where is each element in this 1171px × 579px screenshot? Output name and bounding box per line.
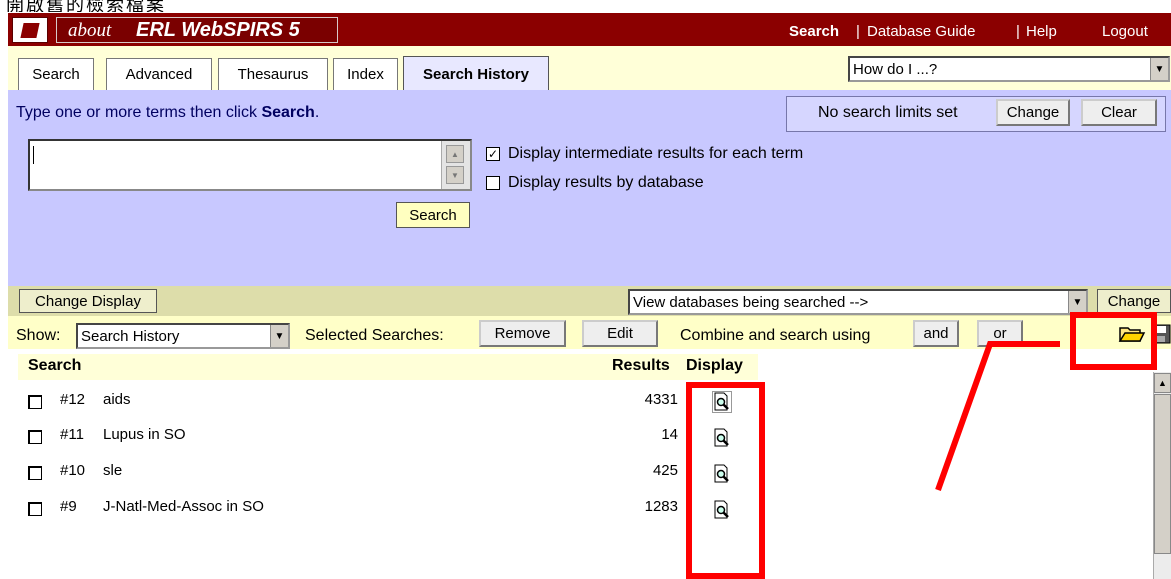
search-number: #11: [60, 426, 84, 443]
header-link-database-guide[interactable]: Database Guide: [867, 23, 975, 40]
tab-search-history[interactable]: Search History: [403, 56, 549, 92]
header-separator: |: [1016, 23, 1020, 40]
header-link-help[interactable]: Help: [1026, 23, 1057, 40]
header-separator: |: [856, 23, 860, 40]
search-number: #9: [60, 498, 77, 515]
hint-bold: Search: [261, 104, 315, 121]
dropdown-arrow-icon[interactable]: ▼: [270, 325, 288, 347]
how-do-i-select[interactable]: How do I ...? ▼: [848, 56, 1170, 82]
scrollbar-thumb[interactable]: [1154, 394, 1171, 554]
show-select[interactable]: Search History ▼: [76, 323, 290, 349]
brand-name: ERL WebSPIRS 5: [136, 19, 300, 41]
about-link[interactable]: about: [68, 20, 111, 42]
header-link-search[interactable]: Search: [789, 23, 839, 40]
annotation-arrow-line: [935, 341, 1060, 492]
row-select-checkbox[interactable]: [28, 395, 42, 409]
combine-label: Combine and search using: [680, 327, 871, 344]
annotation-box-folder: [1070, 312, 1157, 370]
intermediate-results-label: Display intermediate results for each te…: [508, 145, 804, 162]
tab-index[interactable]: Index: [333, 58, 398, 90]
change-limits-button[interactable]: Change: [996, 99, 1070, 126]
search-number: #12: [60, 391, 86, 408]
column-display: Display: [686, 357, 743, 374]
hint-text: Type one or more terms then click: [16, 104, 262, 121]
app-header: about ERL WebSPIRS 5 Search | Database G…: [8, 13, 1171, 46]
clear-limits-button[interactable]: Clear: [1081, 99, 1157, 126]
search-results-count: 425: [652, 462, 678, 479]
scroll-up-arrow-icon[interactable]: ▲: [1154, 373, 1171, 393]
dropdown-arrow-icon[interactable]: ▼: [1068, 291, 1086, 313]
results-by-database-checkbox[interactable]: [486, 176, 500, 190]
page-caption: 開啟舊的檢索檔案: [6, 0, 166, 12]
scroll-down-arrow-icon[interactable]: ▼: [446, 166, 464, 184]
tab-thesaurus[interactable]: Thesaurus: [218, 58, 328, 90]
column-results: Results: [612, 357, 670, 374]
text-cursor: [33, 146, 34, 164]
annotation-box-display: [686, 382, 765, 579]
how-do-i-value: How do I ...?: [853, 60, 938, 78]
scroll-up-arrow-icon[interactable]: ▲: [446, 145, 464, 163]
logo-mark-icon: [20, 23, 40, 38]
search-query[interactable]: sle: [103, 462, 122, 479]
logo: [12, 17, 48, 43]
hint-period: .: [314, 104, 320, 121]
header-link-logout[interactable]: Logout: [1102, 23, 1148, 40]
databases-select-value: View databases being searched -->: [633, 293, 869, 311]
search-results-count: 4331: [644, 391, 678, 408]
column-search: Search: [28, 357, 82, 374]
change-databases-button[interactable]: Change: [1097, 289, 1171, 313]
edit-button[interactable]: Edit: [582, 320, 658, 347]
tab-advanced[interactable]: Advanced: [106, 58, 212, 90]
search-query[interactable]: aids: [103, 391, 131, 408]
change-display-button[interactable]: Change Display: [19, 289, 157, 313]
row-select-checkbox[interactable]: [28, 466, 42, 480]
selected-searches-label: Selected Searches:: [305, 327, 444, 344]
row-select-checkbox[interactable]: [28, 502, 42, 516]
intermediate-results-checkbox[interactable]: ✓: [486, 147, 500, 161]
search-button[interactable]: Search: [396, 202, 470, 228]
search-number: #10: [60, 462, 86, 479]
search-query[interactable]: Lupus in SO: [103, 426, 186, 443]
results-by-database-label: Display results by database: [508, 174, 704, 191]
dropdown-arrow-icon[interactable]: ▼: [1150, 58, 1168, 80]
search-results-count: 14: [661, 426, 678, 443]
search-query[interactable]: J-Natl-Med-Assoc in SO: [103, 498, 264, 515]
row-select-checkbox[interactable]: [28, 430, 42, 444]
search-results-count: 1283: [644, 498, 678, 515]
show-label: Show:: [16, 327, 61, 344]
tab-search[interactable]: Search: [18, 58, 94, 90]
remove-button[interactable]: Remove: [479, 320, 566, 347]
search-terms-input[interactable]: [28, 139, 472, 191]
search-hint: Type one or more terms then click Search…: [16, 104, 319, 122]
limits-status: No search limits set: [818, 104, 958, 121]
show-select-value: Search History: [81, 327, 180, 345]
databases-select[interactable]: View databases being searched --> ▼: [628, 289, 1088, 315]
